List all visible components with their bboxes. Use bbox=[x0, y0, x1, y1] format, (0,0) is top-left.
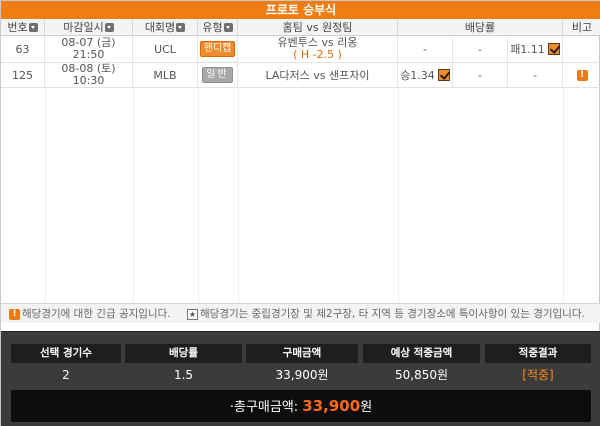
summary-label-game-count: 선택 경기수 bbox=[11, 344, 121, 363]
header-type[interactable]: 유형 bbox=[198, 19, 238, 36]
note-cell: ! bbox=[563, 63, 600, 87]
summary-odds: 1.5 bbox=[173, 368, 194, 382]
handicap-value: ( H -2.5 ) bbox=[293, 48, 342, 61]
checked-checkbox-icon[interactable] bbox=[437, 69, 450, 81]
column-divider bbox=[198, 87, 199, 303]
deadline-time: 10:30 bbox=[72, 74, 105, 87]
game-number: 63 bbox=[1, 36, 45, 62]
sort-down-icon[interactable] bbox=[223, 22, 233, 32]
summary-label-purchase: 구매금액 bbox=[246, 344, 358, 363]
column-divider bbox=[563, 87, 564, 303]
header-match: 홈팀 vs 원정팀 bbox=[238, 19, 398, 36]
note-cell bbox=[563, 36, 600, 62]
table-header: 번호 마감일시 대회명 유형 홈팀 vs 원정팀 배당률 비고 bbox=[1, 19, 600, 36]
total-unit: 원 bbox=[360, 400, 373, 415]
league-name: MLB bbox=[133, 63, 198, 87]
special-venue-notice: ★ 해당경기는 중립경기장 및 제2구장, 타 지역 등 경기장소에 특이사항이 … bbox=[187, 308, 585, 320]
odds-lose[interactable]: 패1.11 bbox=[508, 36, 563, 62]
urgent-notice: ! 해당경기에 대한 긴급 공지입니다. bbox=[9, 304, 171, 324]
total-purchase-box: ·총구매금액: 33,900원 bbox=[11, 390, 591, 422]
column-divider bbox=[45, 87, 46, 303]
column-divider bbox=[133, 87, 134, 303]
header-league[interactable]: 대회명 bbox=[133, 19, 198, 36]
type-badge: 일반 bbox=[202, 67, 233, 83]
alert-icon[interactable]: ! bbox=[576, 69, 588, 81]
match-teams: LA다저스 vs 샌프자이 bbox=[238, 63, 398, 87]
sort-down-icon[interactable] bbox=[104, 22, 114, 32]
type-cell: 핸디캡 bbox=[198, 36, 238, 62]
summary-expected-amount: 50,850원 bbox=[394, 368, 449, 382]
summary-purchase-amount: 33,900원 bbox=[275, 368, 329, 382]
header-no[interactable]: 번호 bbox=[1, 19, 45, 36]
column-divider bbox=[238, 87, 239, 303]
odds-draw[interactable]: - bbox=[453, 63, 508, 87]
sort-down-icon[interactable] bbox=[176, 22, 186, 32]
total-label: ·총구매금액: bbox=[229, 400, 299, 415]
match-cell: 유벤투스 vs 리옹 ( H -2.5 ) bbox=[238, 36, 398, 62]
odds-lose[interactable]: - bbox=[508, 63, 563, 87]
alert-icon: ! bbox=[9, 308, 20, 320]
summary-label-odds: 배당률 bbox=[125, 344, 242, 363]
panel-title: 프로토 승부식 bbox=[1, 1, 600, 19]
league-name: UCL bbox=[133, 36, 198, 62]
star-icon: ★ bbox=[187, 308, 198, 320]
header-note: 비고 bbox=[571, 21, 593, 34]
deadline-cell: 08-07 (금) 21:50 bbox=[45, 36, 133, 62]
checked-checkbox-icon[interactable] bbox=[547, 43, 560, 55]
header-odds: 배당률 bbox=[398, 19, 563, 36]
notice-bar: ! 해당경기에 대한 긴급 공지입니다. ★ 해당경기는 중립경기장 및 제2구장,… bbox=[1, 303, 600, 323]
odds-draw[interactable]: - bbox=[453, 36, 508, 62]
summary-label-result: 적중결과 bbox=[485, 344, 591, 363]
odds-win[interactable]: - bbox=[398, 36, 453, 62]
table-row: 63 08-07 (금) 21:50 UCL 핸디캡 유벤투스 vs 리옹 ( … bbox=[1, 36, 600, 63]
type-cell: 일반 bbox=[198, 63, 238, 87]
betting-slip-panel: 프로토 승부식 번호 마감일시 대회명 유형 홈팀 vs 원정팀 배당률 비고 … bbox=[0, 0, 600, 426]
sort-down-icon[interactable] bbox=[28, 22, 38, 32]
deadline-time: 21:50 bbox=[72, 48, 105, 61]
type-badge: 핸디캡 bbox=[199, 41, 236, 57]
summary-game-count: 2 bbox=[62, 368, 70, 382]
deadline-cell: 08-08 (토) 10:30 bbox=[45, 63, 133, 87]
summary-result: [적중] bbox=[522, 368, 554, 382]
header-deadline[interactable]: 마감일시 bbox=[45, 19, 133, 36]
summary-label-expected: 예상 적중금액 bbox=[363, 344, 480, 363]
table-row: 125 08-08 (토) 10:30 MLB 일반 LA다저스 vs 샌프자이… bbox=[1, 63, 600, 88]
game-number: 125 bbox=[1, 63, 45, 87]
total-amount: 33,900 bbox=[302, 397, 361, 415]
column-divider bbox=[398, 87, 399, 303]
purchase-summary: 선택 경기수 배당률 구매금액 예상 적중금액 적중결과 2 1.5 33,90… bbox=[1, 331, 600, 426]
odds-win[interactable]: 승1.34 bbox=[398, 63, 453, 87]
table-empty-area bbox=[1, 87, 600, 303]
